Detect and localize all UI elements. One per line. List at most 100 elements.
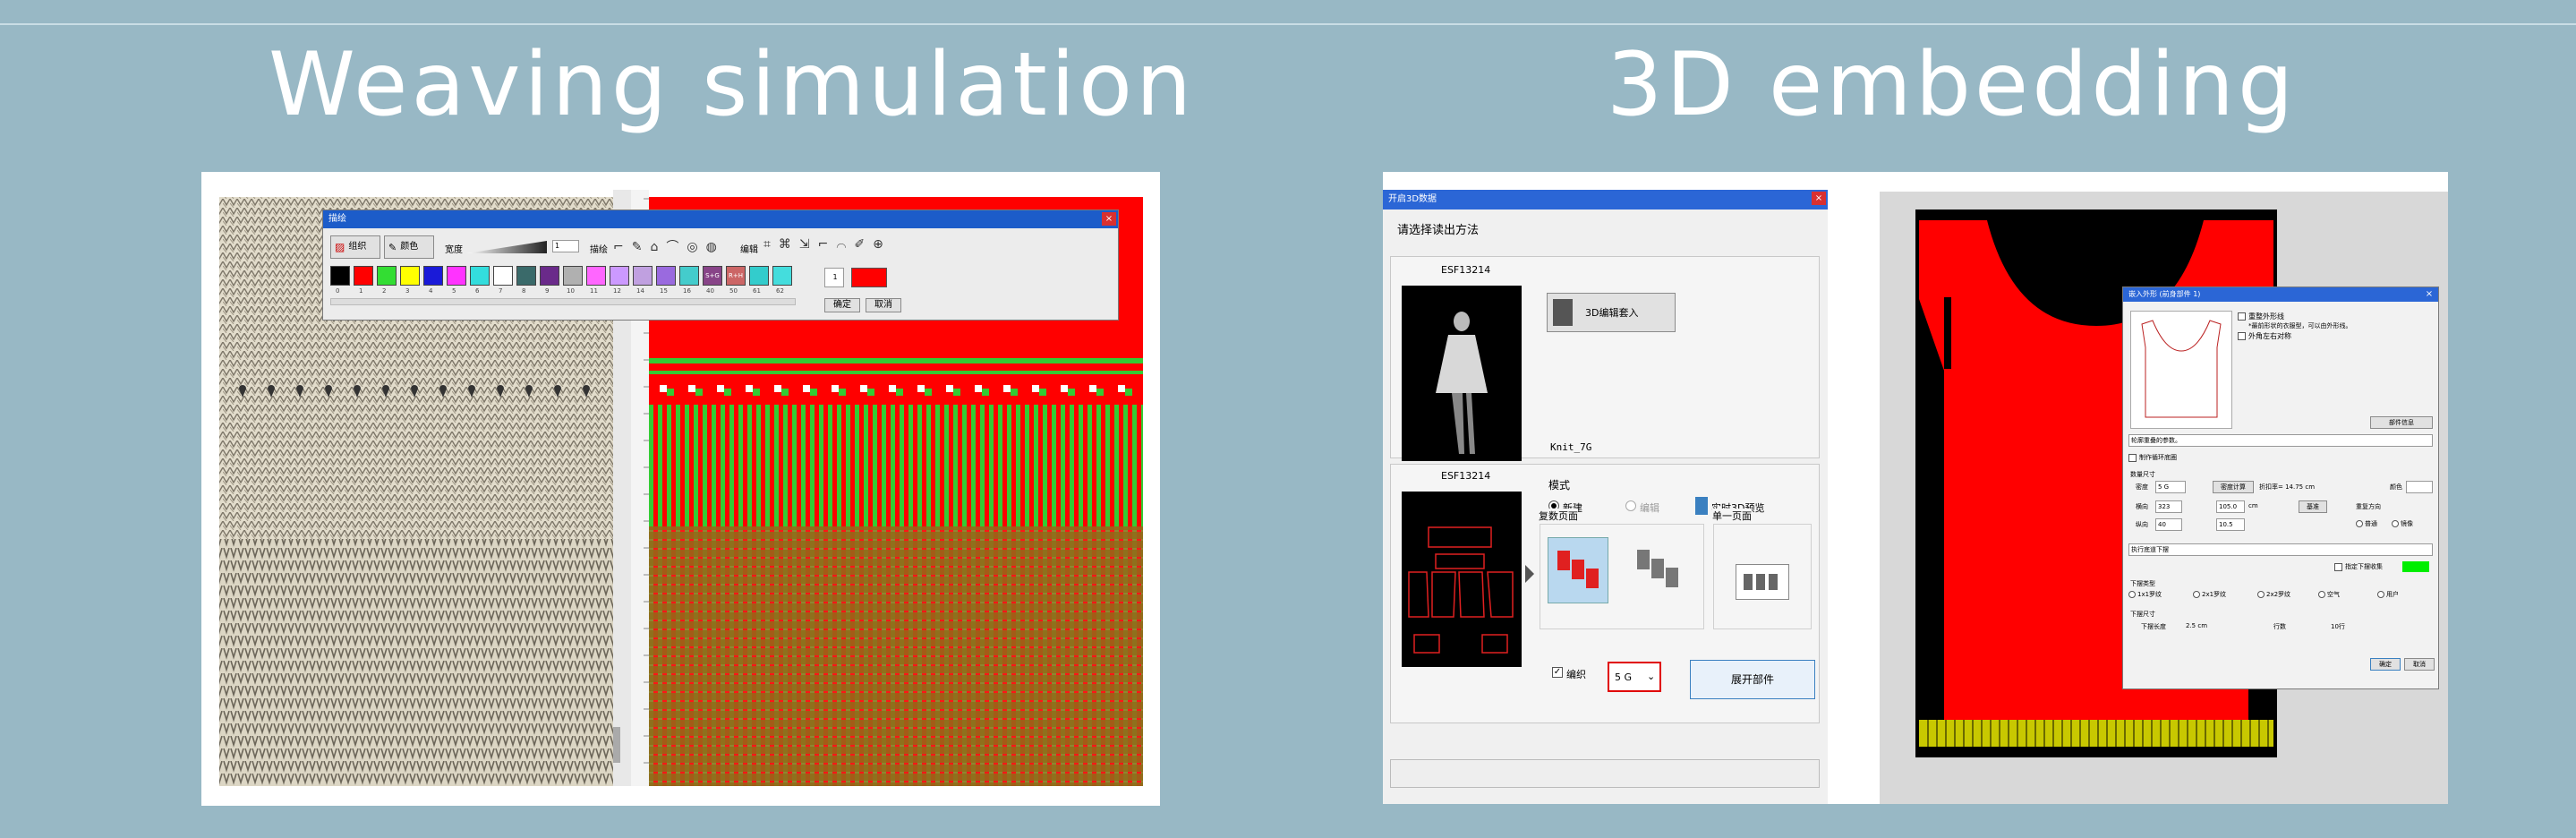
gauge-select[interactable]: 5 G — [2155, 481, 2186, 493]
bottom-color-swatch[interactable] — [2402, 561, 2429, 572]
swatch-62[interactable] — [772, 266, 792, 286]
repeat-dir-label: 重复方向 — [2356, 503, 2381, 510]
swatch-number: 15 — [660, 287, 668, 295]
close-icon[interactable]: × — [1812, 192, 1826, 205]
density-calc-button[interactable]: 密度计算 — [2213, 481, 2254, 493]
design-motif-row — [656, 383, 1139, 398]
draw-dialog-titlebar: 描绘 × — [323, 210, 1118, 228]
scale-button[interactable]: 基准 — [2299, 500, 2327, 513]
symmetry-checkbox[interactable] — [2238, 332, 2246, 340]
grey-pieces-icon — [1637, 550, 1678, 587]
swatch-number: 5 — [452, 287, 456, 295]
open3d-title: 开启3D数据 — [1388, 194, 1437, 204]
outline-param-field: 轮廓重叠的参数。 — [2128, 434, 2433, 447]
weave-icon: ▨ — [335, 241, 345, 253]
height-input[interactable]: 40 — [2155, 518, 2182, 531]
current-color[interactable] — [851, 268, 887, 287]
knit-checkbox[interactable]: ✓ — [1552, 667, 1563, 678]
multi-page-group: 复数页面 — [1539, 509, 1704, 629]
multi-page-grey-option[interactable] — [1633, 543, 1684, 596]
edit-label: 编辑 — [740, 245, 758, 255]
hem-2x1-radio[interactable] — [2193, 591, 2200, 598]
shape-thumbnail — [2130, 311, 2232, 429]
swatch-7[interactable] — [493, 266, 513, 286]
swatch-50[interactable]: R+H — [726, 266, 746, 286]
swatch-number: 4 — [429, 287, 433, 295]
rows-value: 10行 — [2331, 623, 2345, 630]
swatch-8[interactable] — [516, 266, 536, 286]
height-cm-input[interactable]: 10.5 — [2216, 518, 2245, 531]
embed-ok-button[interactable]: 确定 — [2370, 658, 2401, 671]
width-input[interactable]: 1 — [552, 240, 579, 252]
width-slider[interactable] — [466, 241, 547, 253]
embed-dialog-title: 嵌入外形 (前身部件 1) — [2128, 290, 2201, 298]
width-cm-input[interactable]: 105.0 — [2216, 500, 2245, 513]
width-label: 宽度 — [445, 245, 463, 255]
hem-length-label: 下摆长度 — [2141, 623, 2166, 630]
hem-type-label: 下摆类型 — [2130, 580, 2155, 587]
swatch-12[interactable] — [610, 266, 629, 286]
top-rule — [0, 23, 2576, 25]
swatch-number: 3 — [405, 287, 410, 295]
swatch-3[interactable] — [400, 266, 420, 286]
swatch-40[interactable]: S+G — [703, 266, 722, 286]
swatch-2[interactable] — [377, 266, 397, 286]
swatch-0[interactable] — [330, 266, 350, 286]
hem-2x2-radio[interactable] — [2257, 591, 2265, 598]
close-icon[interactable]: × — [1102, 212, 1116, 226]
ok-button[interactable]: 确定 — [824, 298, 860, 312]
open3d-titlebar: 开启3D数据 × — [1383, 190, 1828, 210]
swatch-5[interactable] — [447, 266, 466, 286]
knit-checkbox-label: 编织 — [1566, 669, 1586, 680]
bottom-checkbox-label: 指定下摆收集 — [2345, 563, 2383, 570]
expand-arrow-icon[interactable] — [1525, 565, 1534, 583]
swatch-15[interactable] — [656, 266, 676, 286]
swatch-1[interactable] — [354, 266, 373, 286]
tab-weave[interactable]: ▨ 组织 — [330, 235, 380, 259]
item1-box[interactable]: ESF13214 3D编辑套入 Knit_7G — [1390, 256, 1820, 461]
hem-user-radio[interactable] — [2377, 591, 2384, 598]
single-page-option[interactable] — [1736, 564, 1789, 600]
swatch-scrollbar[interactable] — [330, 298, 796, 305]
bottom-checkbox[interactable] — [2334, 563, 2342, 571]
swatch-9[interactable] — [540, 266, 559, 286]
swatch-number: 0 — [336, 287, 340, 295]
order-normal-radio[interactable] — [2356, 520, 2363, 527]
swatch-16[interactable] — [679, 266, 699, 286]
right-title: 3D embedding — [1607, 34, 2298, 136]
swatch-11[interactable] — [586, 266, 606, 286]
swatch-4[interactable] — [423, 266, 443, 286]
color-field[interactable] — [2406, 481, 2433, 493]
cancel-button[interactable]: 取消 — [866, 298, 901, 312]
width-input[interactable]: 323 — [2155, 500, 2182, 513]
hem-length-value: 2.5 cm — [2186, 622, 2208, 629]
hem-1x1-radio[interactable] — [2128, 591, 2136, 598]
multi-page-red-option[interactable] — [1548, 537, 1608, 603]
expand-parts-button[interactable]: 展开部件 — [1690, 660, 1815, 699]
swatch-number: 8 — [522, 287, 526, 295]
3d-edit-import-button[interactable]: 3D编辑套入 — [1547, 293, 1676, 332]
height-label: 纵向 — [2136, 521, 2148, 528]
cycle-label: 制作循环底圈 — [2139, 454, 2177, 461]
gauge-select[interactable]: 5 G ⌄ — [1608, 662, 1661, 692]
swatch-numbers: 0 1 2 3 4 5 6 7 8 9 10 11 12 14 15 16 40… — [330, 287, 796, 296]
model-thumbnail — [1402, 286, 1522, 461]
close-icon[interactable]: × — [2422, 288, 2436, 300]
mode-edit-radio[interactable] — [1625, 500, 1636, 511]
swatch-14[interactable] — [633, 266, 653, 286]
hem-air-radio[interactable] — [2318, 591, 2325, 598]
order-mirror-radio[interactable] — [2392, 520, 2399, 527]
part-info-button[interactable]: 部件信息 — [2370, 416, 2433, 429]
tab-color[interactable]: ✎ 颜色 — [384, 235, 434, 259]
mirror-checkbox[interactable] — [2238, 312, 2246, 321]
embed-dialog-titlebar: 嵌入外形 (前身部件 1) × — [2123, 287, 2438, 302]
edit-tools[interactable]: ⌗⌘⇲⌐⌒✐⊕ — [763, 237, 943, 257]
draw-tools[interactable]: ⌐✎⌂⌒◎◍ — [613, 237, 738, 257]
swatch-61[interactable] — [749, 266, 769, 286]
item2-box: ESF13214 模式 编辑 复数页面 单一页面 ✓ 编织 5 G ⌄ 展开部件 — [1390, 464, 1820, 723]
cycle-checkbox[interactable] — [2128, 454, 2137, 462]
draw-dialog: 描绘 × ▨ 组织 ✎ 颜色 宽度 1 描绘 ⌐✎⌂⌒◎◍ 编辑 ⌗⌘⇲⌐⌒✐⊕ — [322, 210, 1119, 321]
embed-cancel-button[interactable]: 取消 — [2404, 658, 2435, 671]
swatch-10[interactable] — [563, 266, 583, 286]
swatch-6[interactable] — [470, 266, 490, 286]
